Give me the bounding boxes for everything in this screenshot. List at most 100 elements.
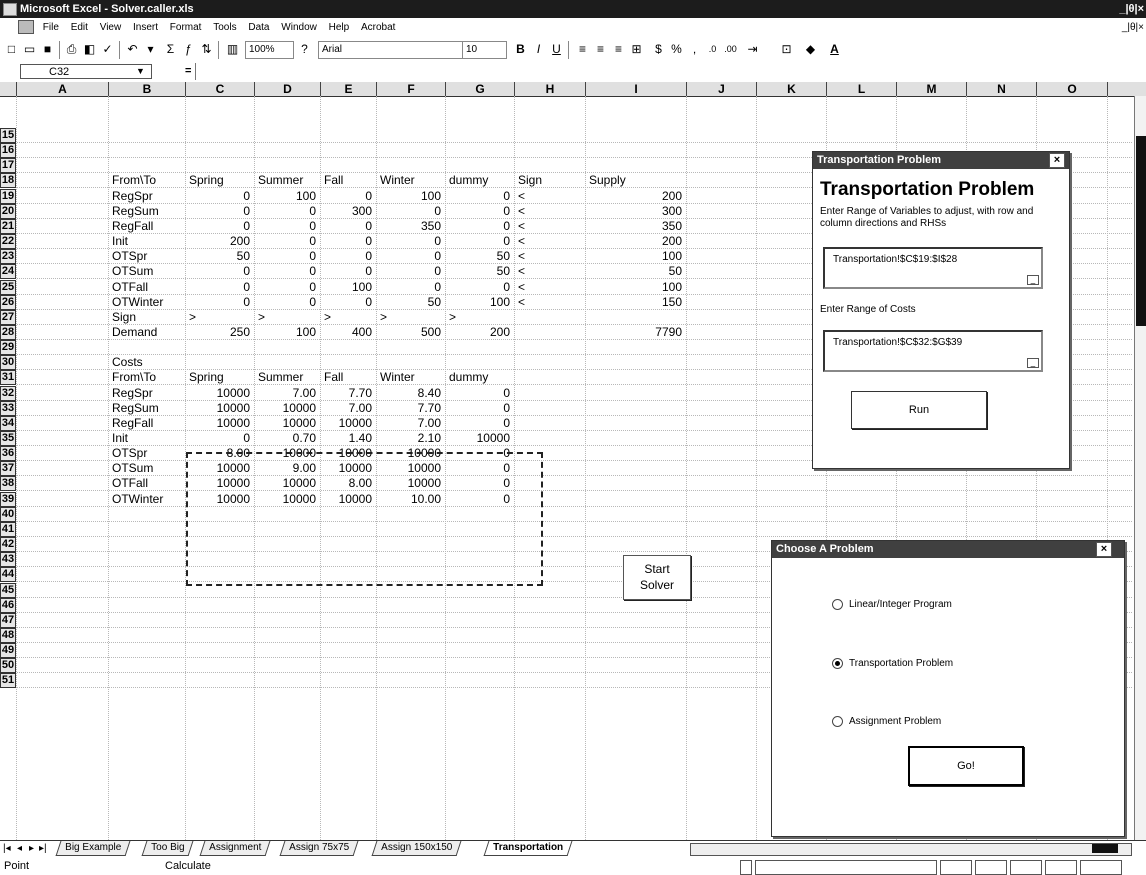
row-header[interactable]: 21 <box>0 219 16 234</box>
underline-icon[interactable]: U <box>548 41 565 58</box>
value-cell[interactable]: 100 <box>449 295 510 310</box>
menu-data[interactable]: Data <box>248 18 269 38</box>
cost-cell[interactable]: 0 <box>449 401 510 416</box>
row-header[interactable]: 23 <box>0 249 16 264</box>
row-label-cell[interactable]: OTSum <box>112 461 181 476</box>
function-icon[interactable]: ƒ <box>180 41 197 58</box>
workbook-controls[interactable]: _|θ|× <box>1122 18 1144 38</box>
bold-icon[interactable]: B <box>512 41 529 58</box>
cost-cell[interactable]: 0 <box>449 386 510 401</box>
header-cell[interactable]: Fall <box>324 173 372 188</box>
value-cell[interactable]: 0 <box>324 234 372 249</box>
close-icon[interactable]: × <box>1049 153 1065 168</box>
cost-cell[interactable]: 1.40 <box>324 431 372 446</box>
value-cell[interactable]: 0 <box>449 189 510 204</box>
value-cell[interactable]: 0 <box>449 219 510 234</box>
formula-input[interactable] <box>195 63 1146 80</box>
radio-transportation[interactable]: Transportation Problem <box>832 658 953 670</box>
range-picker-icon[interactable]: _ <box>1027 275 1039 285</box>
value-cell[interactable]: 0 <box>189 280 250 295</box>
value-cell[interactable]: 0 <box>189 204 250 219</box>
range-picker-icon[interactable]: _ <box>1027 358 1039 368</box>
value-cell[interactable]: 0 <box>449 204 510 219</box>
horizontal-scrollbar[interactable] <box>690 843 1132 856</box>
row-label-cell[interactable]: RegFall <box>112 219 181 234</box>
zoom-select[interactable]: 100% <box>245 41 294 59</box>
cost-cell[interactable]: 10000 <box>189 386 250 401</box>
spelling-icon[interactable]: ✓ <box>99 41 116 58</box>
help-icon[interactable]: ? <box>296 41 313 58</box>
value-cell[interactable]: 100 <box>258 189 316 204</box>
value-cell[interactable]: < <box>518 264 581 279</box>
col-header-b[interactable]: B <box>109 82 186 96</box>
value-cell[interactable]: 0 <box>380 204 441 219</box>
tab-scroll-first-icon[interactable]: |◂ <box>3 841 11 857</box>
new-icon[interactable]: □ <box>3 41 20 58</box>
sign-cell[interactable]: > <box>380 310 441 325</box>
menu-help[interactable]: Help <box>329 18 350 38</box>
header-cell[interactable]: From\To <box>112 173 181 188</box>
value-cell[interactable]: 0 <box>258 264 316 279</box>
italic-icon[interactable]: I <box>530 41 547 58</box>
row-header[interactable]: 31 <box>0 370 16 385</box>
menu-insert[interactable]: Insert <box>133 18 158 38</box>
value-cell[interactable]: 0 <box>258 234 316 249</box>
col-header-g[interactable]: G <box>446 82 515 96</box>
window-controls[interactable]: _|θ|× <box>1119 0 1144 18</box>
tab-too-big[interactable]: Too Big <box>141 841 194 856</box>
row-header[interactable]: 41 <box>0 522 16 537</box>
col-header-a[interactable]: A <box>17 82 109 96</box>
row-label-cell[interactable]: OTFall <box>112 476 181 491</box>
col-header-c[interactable]: C <box>186 82 255 96</box>
cost-cell[interactable]: 7.00 <box>324 401 372 416</box>
sign-cell[interactable]: > <box>324 310 372 325</box>
value-cell[interactable]: 150 <box>589 295 682 310</box>
header-cell[interactable]: Spring <box>189 370 250 385</box>
workbook-icon[interactable] <box>18 20 34 35</box>
value-cell[interactable]: 350 <box>589 219 682 234</box>
cost-cell[interactable]: 7.00 <box>380 416 441 431</box>
row-label-cell[interactable]: OTSum <box>112 264 181 279</box>
row-header[interactable]: 24 <box>0 264 16 279</box>
col-header-m[interactable]: M <box>897 82 967 96</box>
value-cell[interactable]: 0 <box>189 295 250 310</box>
cost-cell[interactable]: 7.70 <box>324 386 372 401</box>
cost-cell[interactable]: 10000 <box>189 416 250 431</box>
radio-linear-integer[interactable]: Linear/Integer Program <box>832 599 952 611</box>
row-label-cell[interactable]: Init <box>112 234 181 249</box>
cost-cell[interactable]: 0 <box>189 431 250 446</box>
row-header[interactable]: 18 <box>0 173 16 188</box>
header-cell[interactable]: Summer <box>258 173 316 188</box>
borders-icon[interactable]: ⊡ <box>778 41 795 58</box>
row-header[interactable]: 30 <box>0 355 16 370</box>
value-cell[interactable]: < <box>518 204 581 219</box>
value-cell[interactable]: 0 <box>324 189 372 204</box>
value-cell[interactable]: 50 <box>189 249 250 264</box>
cost-cell[interactable]: 10000 <box>324 416 372 431</box>
run-button[interactable]: Run <box>851 391 987 429</box>
row-header[interactable]: 37 <box>0 461 16 476</box>
row-label-cell[interactable]: Sign <box>112 310 181 325</box>
value-cell[interactable]: 100 <box>324 280 372 295</box>
value-cell[interactable]: 200 <box>189 234 250 249</box>
save-icon[interactable]: ■ <box>39 41 56 58</box>
row-header[interactable]: 19 <box>0 189 16 204</box>
cost-cell[interactable]: 8.40 <box>380 386 441 401</box>
value-cell[interactable]: 0 <box>380 234 441 249</box>
row-label-cell[interactable]: OTSpr <box>112 446 181 461</box>
col-header-d[interactable]: D <box>255 82 321 96</box>
col-header-k[interactable]: K <box>757 82 827 96</box>
fill-color-icon[interactable]: ◆ <box>802 41 819 58</box>
decrease-decimal-icon[interactable]: .00 <box>722 41 739 58</box>
header-cell[interactable]: Sign <box>518 173 581 188</box>
align-center-icon[interactable]: ≡ <box>592 41 609 58</box>
row-header[interactable]: 40 <box>0 507 16 522</box>
tab-scroll-last-icon[interactable]: ▸| <box>39 841 47 857</box>
header-cell[interactable]: Fall <box>324 370 372 385</box>
row-header[interactable]: 15 <box>0 128 16 143</box>
value-cell[interactable]: 200 <box>449 325 510 340</box>
header-cell[interactable]: Supply <box>589 173 682 188</box>
col-header-f[interactable]: F <box>377 82 446 96</box>
value-cell[interactable]: 0 <box>324 219 372 234</box>
value-cell[interactable]: < <box>518 189 581 204</box>
